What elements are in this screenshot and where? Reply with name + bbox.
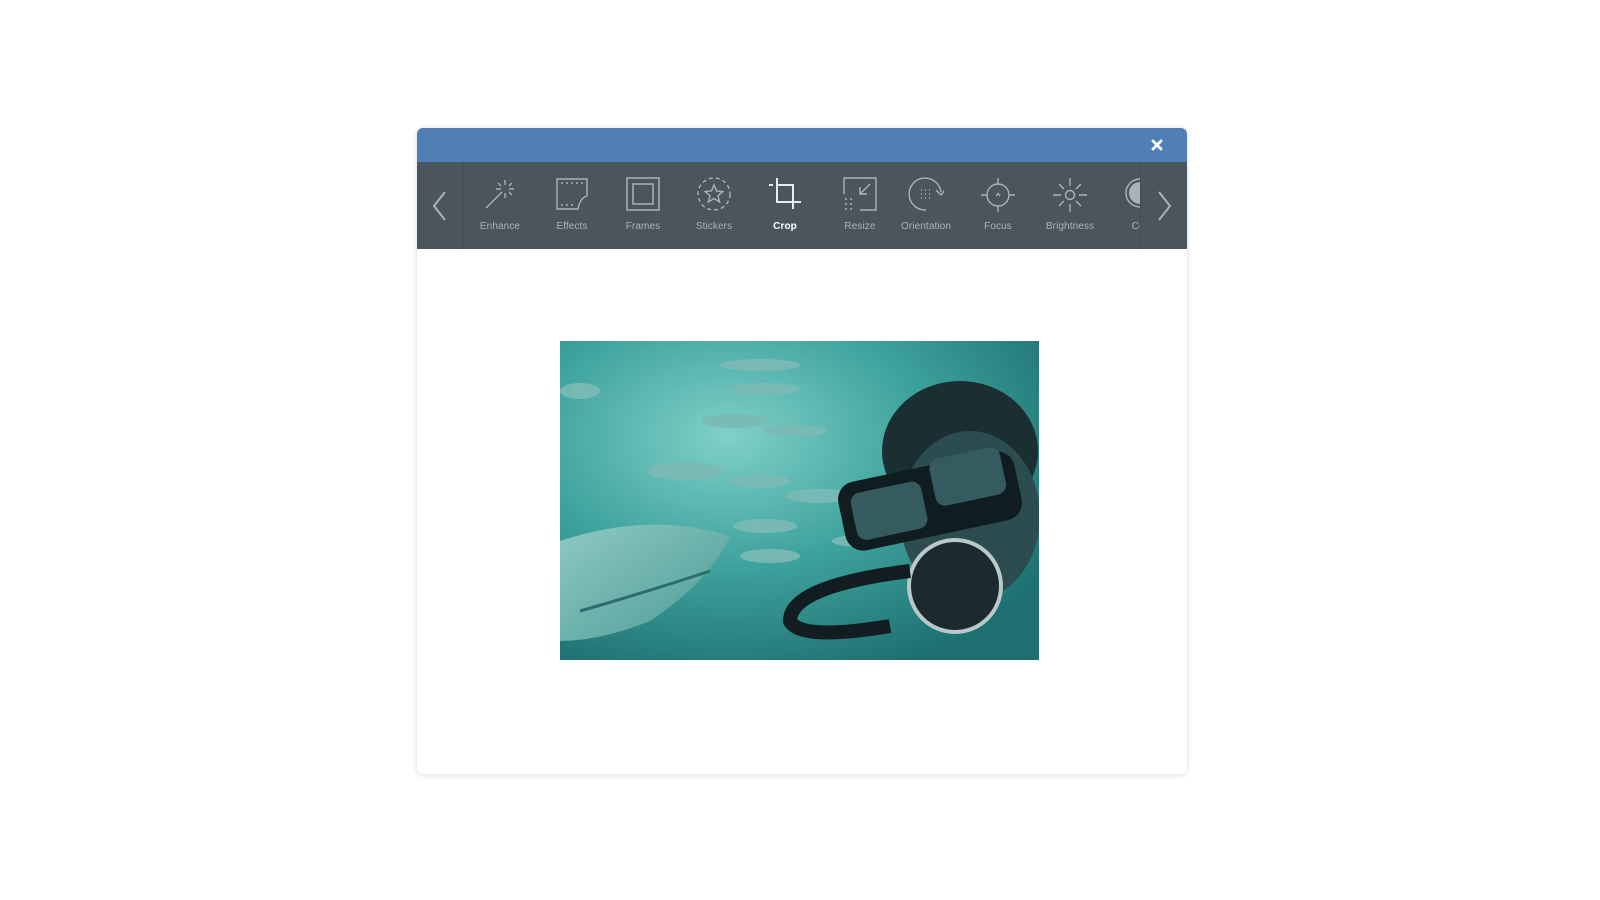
tool-effects[interactable]: Effects [536, 162, 608, 249]
tool-stickers[interactable]: Stickers [678, 162, 750, 249]
rotate-icon [908, 177, 944, 211]
tool-focus[interactable]: Focus [962, 162, 1034, 249]
tool-crop[interactable]: Crop [749, 162, 821, 249]
next-tools-button[interactable] [1140, 162, 1187, 249]
tool-resize[interactable]: Resize [824, 162, 896, 249]
resize-icon [843, 177, 877, 211]
close-button[interactable] [1147, 135, 1167, 155]
tool-contrast[interactable]: Cor [1104, 162, 1140, 249]
tool-brightness[interactable]: Brightness [1034, 162, 1106, 249]
photo-canvas[interactable] [560, 341, 1039, 660]
contrast-icon [1125, 178, 1140, 208]
frame-icon [626, 177, 660, 211]
close-icon [1151, 139, 1163, 151]
focus-crosshair-icon [981, 178, 1015, 212]
previous-tools-button[interactable] [417, 162, 464, 249]
film-effects-icon [556, 178, 588, 210]
chevron-left-icon [432, 190, 446, 221]
dialog-titlebar [417, 128, 1187, 162]
tool-enhance[interactable]: Enhance [464, 162, 536, 249]
sun-icon [1053, 178, 1087, 212]
tool-list: Enhance Effects Frames Stickers Crop Res… [464, 162, 1140, 249]
tool-label: Cor [1131, 221, 1140, 232]
tool-bar: Enhance Effects Frames Stickers Crop Res… [417, 162, 1187, 249]
underwater-photo [560, 341, 1039, 660]
tool-frames[interactable]: Frames [607, 162, 679, 249]
chevron-right-icon [1158, 190, 1172, 221]
crop-icon [769, 178, 801, 209]
tool-orientation[interactable]: Orientation [890, 162, 962, 249]
magic-wand-icon [485, 180, 514, 209]
photo-editor-dialog: Enhance Effects Frames Stickers Crop Res… [417, 128, 1187, 774]
star-sticker-icon [697, 177, 731, 211]
